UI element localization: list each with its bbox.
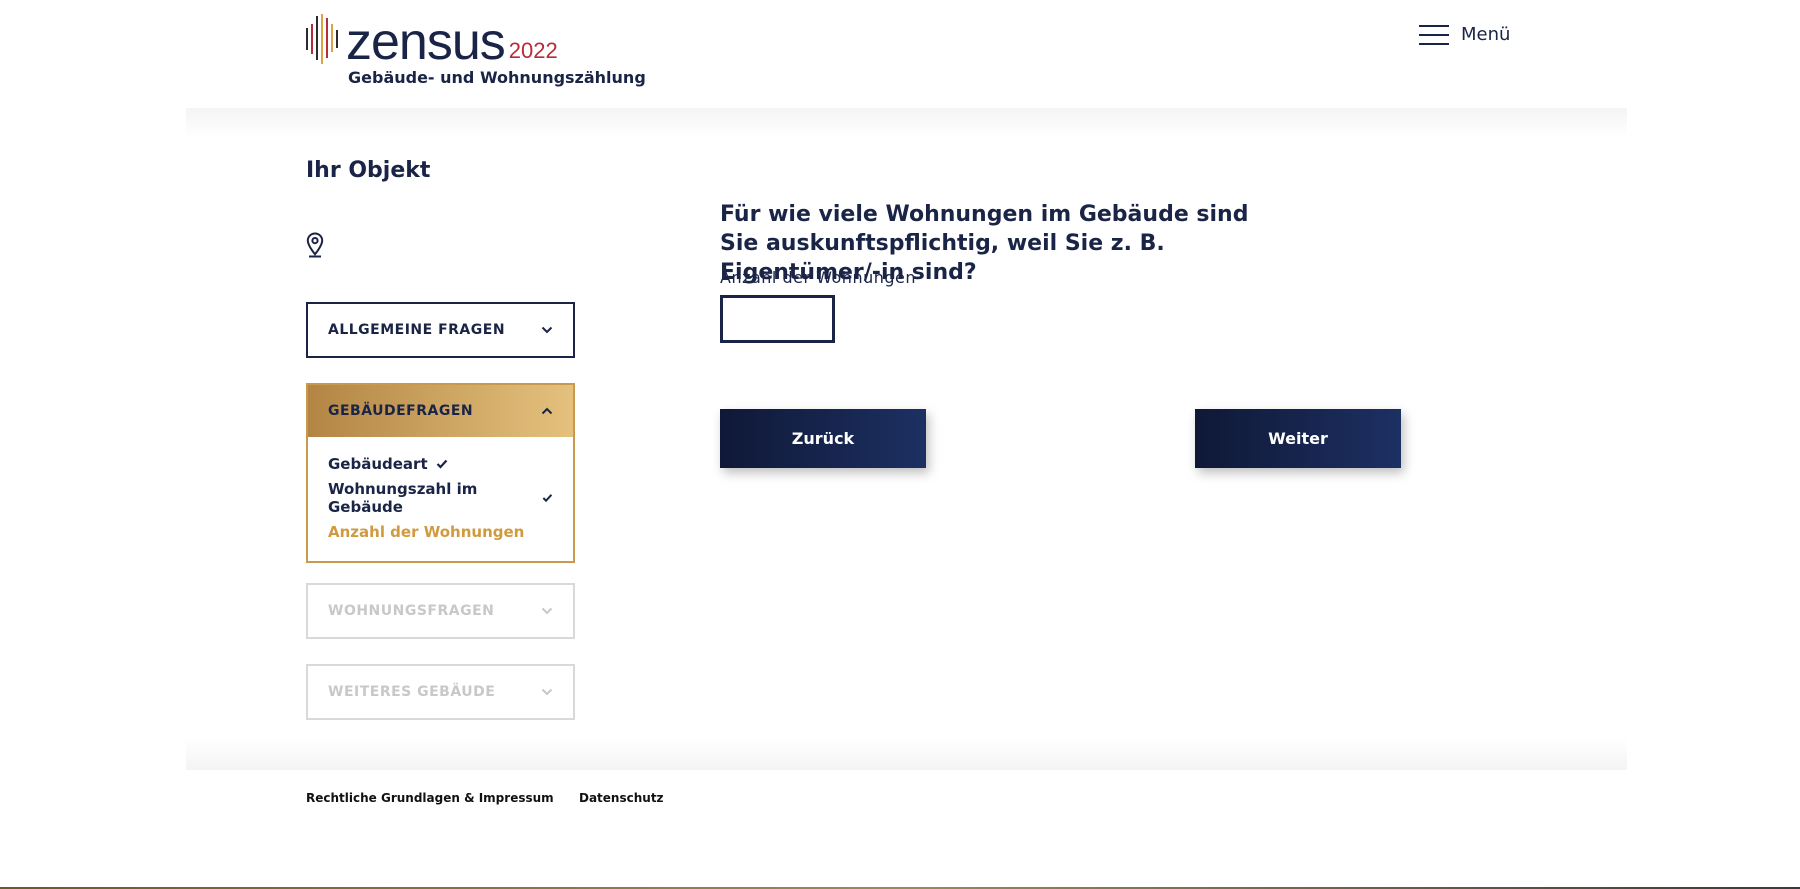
hamburger-icon [1419, 24, 1449, 45]
nav-item-number-of-dwellings[interactable]: Anzahl der Wohnungen [328, 515, 553, 549]
chevron-down-icon [541, 326, 553, 334]
nav-item-label: Gebäudeart [328, 455, 428, 473]
accordion-header[interactable]: Gebäudefragen [308, 385, 573, 437]
accordion-building-questions[interactable]: Gebäudefragen Gebäudeart Wohnungszahl im… [306, 383, 575, 563]
nav-item-dwelling-count-building[interactable]: Wohnungszahl im Gebäude [328, 480, 553, 516]
menu-label: Menü [1461, 24, 1511, 45]
location-pin-icon [306, 232, 324, 258]
next-button[interactable]: Weiter [1195, 409, 1401, 468]
accordion-label: Weiteres Gebäude [328, 684, 496, 700]
accordion-header[interactable]: Allgemeine Fragen [308, 304, 573, 356]
footer-privacy-link[interactable]: Datenschutz [579, 791, 664, 805]
accordion-further-building: Weiteres Gebäude [306, 664, 575, 720]
sidebar-title: Ihr Objekt [306, 158, 431, 183]
accordion-label: Gebäudefragen [328, 403, 474, 419]
menu-button[interactable]: Menü [1419, 24, 1510, 45]
zensus-logo[interactable]: zensus 2022 [306, 13, 558, 71]
footer-legal-link[interactable]: Rechtliche Grundlagen & Impressum [306, 791, 554, 805]
header: zensus 2022 Gebäude- und Wohnungszählung… [0, 0, 1800, 108]
nav-item-building-type[interactable]: Gebäudeart [328, 447, 553, 481]
accordion-general-questions[interactable]: Allgemeine Fragen [306, 302, 575, 358]
logo-year: 2022 [508, 38, 558, 63]
accordion-dwelling-questions: Wohnungsfragen [306, 583, 575, 639]
field-label: Anzahl der Wohnungen [720, 268, 916, 287]
checkmark-icon [436, 459, 447, 469]
chevron-down-icon [541, 607, 553, 615]
accordion-header: Weiteres Gebäude [308, 666, 573, 718]
logo-word: zensus [346, 13, 506, 71]
accordion-item-list: Gebäudeart Wohnungszahl im Gebäude Anzah… [308, 437, 573, 561]
accordion-label: Wohnungsfragen [328, 603, 495, 619]
accordion-header: Wohnungsfragen [308, 585, 573, 637]
logo-bars-icon [306, 14, 340, 64]
chevron-down-icon [541, 688, 553, 696]
nav-item-label: Anzahl der Wohnungen [328, 523, 525, 541]
header-subtitle: Gebäude- und Wohnungszählung [348, 68, 646, 87]
accordion-label: Allgemeine Fragen [328, 322, 506, 338]
checkmark-icon [542, 494, 553, 503]
dwellings-count-input[interactable] [720, 295, 835, 343]
nav-item-label: Wohnungszahl im Gebäude [328, 480, 478, 516]
back-button[interactable]: Zurück [720, 409, 926, 468]
chevron-up-icon [541, 407, 553, 415]
